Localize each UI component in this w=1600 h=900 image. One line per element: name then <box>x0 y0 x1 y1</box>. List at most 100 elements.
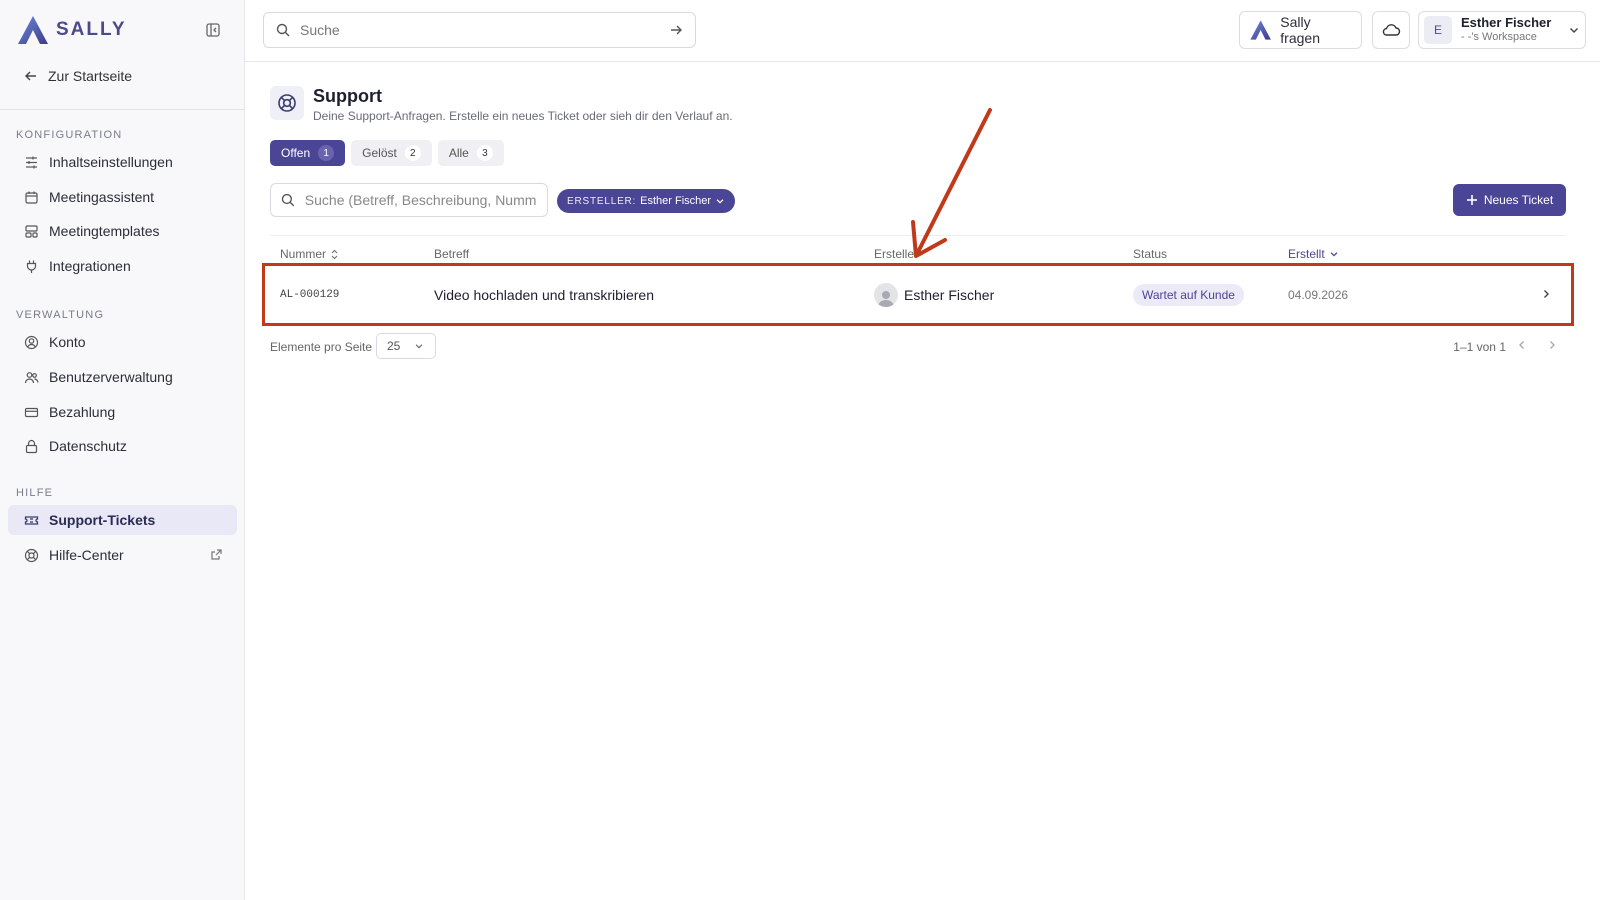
sidebar-item-label: Hilfe-Center <box>49 547 124 563</box>
back-to-home-link[interactable]: Zur Startseite <box>24 68 132 84</box>
sidebar-item-integrations[interactable]: Integrationen <box>8 251 237 281</box>
back-link-label: Zur Startseite <box>48 68 133 84</box>
ticket-icon <box>24 515 39 525</box>
column-header-label: Status <box>1133 247 1168 261</box>
arrow-right-icon[interactable] <box>669 23 683 37</box>
chevron-down-icon <box>416 344 423 349</box>
lifebuoy-icon <box>24 548 39 562</box>
sidebar-item-label: Support-Tickets <box>49 512 156 528</box>
sidebar-item-label: Meetingtemplates <box>49 223 160 239</box>
user-menu-button[interactable]: E Esther Fischer - -'s Workspace <box>1418 11 1586 49</box>
column-header-label: Betreff <box>434 247 470 261</box>
sidebar-item-billing[interactable]: Bezahlung <box>8 397 237 427</box>
workspace-name: - -'s Workspace <box>1461 31 1537 44</box>
chevron-right-icon <box>1544 290 1549 298</box>
tab-label: Offen <box>281 146 311 160</box>
sidebar-item-label: Konto <box>49 334 86 350</box>
sidebar-item-account[interactable]: Konto <box>8 327 237 357</box>
lock-icon <box>25 439 38 453</box>
table-row[interactable]: AL-000129 Video hochladen und transkribi… <box>270 266 1566 324</box>
ticket-subject: Video hochladen und transkribieren <box>434 287 655 303</box>
per-page-select[interactable]: 25 <box>376 333 436 359</box>
lifebuoy-icon <box>278 94 296 112</box>
page-title: Support <box>313 86 382 106</box>
sliders-icon <box>26 156 37 168</box>
user-name: Esther Fischer <box>1461 15 1552 31</box>
ticket-creator: Esther Fischer <box>874 266 994 324</box>
global-search-placeholder: Suche <box>300 22 340 38</box>
tab-all[interactable]: Alle 3 <box>437 140 504 166</box>
chevron-down-icon <box>716 199 724 204</box>
app-logo[interactable]: SALLY <box>16 14 127 46</box>
column-header-creator: Ersteller <box>874 247 918 261</box>
page-subtitle: Deine Support-Anfragen. Erstelle ein neu… <box>313 109 733 123</box>
sort-icon <box>331 249 338 259</box>
calendar-icon <box>25 191 38 204</box>
tab-label: Alle <box>448 146 469 160</box>
ticket-status: Wartet auf Kunde <box>1133 266 1244 324</box>
sync-button[interactable] <box>1372 11 1410 49</box>
column-header-label: Erstellt <box>1288 247 1325 261</box>
chevron-right-icon[interactable] <box>1546 339 1558 351</box>
account-icon <box>24 335 39 349</box>
new-ticket-button[interactable]: Neues Ticket <box>1453 184 1566 216</box>
support-page-icon-wrapper <box>270 86 304 120</box>
global-search-input[interactable]: Suche <box>263 12 696 48</box>
sidebar-item-content-settings[interactable]: Inhaltseinstellungen <box>8 147 237 177</box>
sidebar-item-label: Bezahlung <box>49 404 116 420</box>
chevron-down-icon <box>1330 252 1338 257</box>
chevron-left-icon[interactable] <box>1516 339 1528 351</box>
ask-sally-button[interactable]: Sally fragen <box>1239 11 1362 49</box>
section-title-management: VERWALTUNG <box>16 309 105 321</box>
app-name: SALLY <box>56 19 127 40</box>
sidebar: SALLY Zur Startseite KONFIGURATION Inhal… <box>0 0 245 900</box>
column-header-created[interactable]: Erstellt <box>1288 247 1339 261</box>
tab-resolved[interactable]: Gelöst 2 <box>351 140 432 166</box>
sidebar-item-privacy[interactable]: Datenschutz <box>8 431 237 461</box>
sidebar-item-support-tickets[interactable]: Support-Tickets <box>8 505 237 535</box>
tab-label: Gelöst <box>362 146 397 160</box>
tab-count: 2 <box>404 145 421 161</box>
ticket-search-field <box>270 183 548 217</box>
chevron-down-icon <box>1570 28 1578 33</box>
ask-sally-label: Sally fragen <box>1280 14 1320 46</box>
avatar: E <box>1424 16 1452 44</box>
sidebar-item-label: Meetingassistent <box>49 189 155 205</box>
sidebar-divider <box>0 109 245 110</box>
table-header: Nummer Betreff Ersteller Status Erstellt <box>270 235 1566 265</box>
sidebar-item-meeting-assistant[interactable]: Meetingassistent <box>8 182 237 212</box>
tab-count: 3 <box>476 145 493 161</box>
cloud-icon <box>1382 24 1401 36</box>
search-icon <box>276 23 290 37</box>
section-title-help: HILFE <box>16 487 54 499</box>
creator-filter-chip[interactable]: ERSTELLER: Esther Fischer <box>557 189 736 213</box>
sidebar-item-user-management[interactable]: Benutzerverwaltung <box>8 362 237 392</box>
sally-logo-icon <box>1250 20 1271 40</box>
column-header-label: Nummer <box>280 247 327 261</box>
arrow-left-icon <box>25 71 36 81</box>
sidebar-item-label: Integrationen <box>49 258 131 274</box>
sally-logo-icon <box>18 16 48 44</box>
ticket-number: AL-000129 <box>280 289 340 301</box>
ticket-created-date: 04.09.2026 <box>1288 288 1349 302</box>
sidebar-item-label: Inhaltseinstellungen <box>49 154 173 170</box>
pagination-range: 1–1 von 1 <box>1453 340 1506 354</box>
column-header-number[interactable]: Nummer <box>280 247 339 261</box>
ticket-search-input[interactable] <box>304 192 537 208</box>
sidebar-item-meeting-templates[interactable]: Meetingtemplates <box>8 216 237 246</box>
user-avatar-icon <box>874 283 898 307</box>
sidebar-item-help-center[interactable]: Hilfe-Center <box>8 540 237 570</box>
column-header-subject: Betreff <box>434 247 469 261</box>
sidebar-item-label: Benutzerverwaltung <box>49 369 173 385</box>
sidebar-collapse-button[interactable] <box>205 22 223 40</box>
tab-open[interactable]: Offen 1 <box>270 140 346 166</box>
users-icon <box>24 371 39 383</box>
ticket-status-tabs: Offen 1 Gelöst 2 Alle 3 <box>270 140 504 166</box>
column-header-label: Ersteller <box>874 247 919 261</box>
search-icon <box>281 193 295 207</box>
creator-name: Esther Fischer <box>904 287 995 303</box>
tab-count: 1 <box>318 145 335 161</box>
top-bar: Suche Sally fragen E Esther Fischer - -'… <box>245 0 1600 62</box>
external-link-icon <box>211 549 222 560</box>
template-icon <box>25 224 38 238</box>
